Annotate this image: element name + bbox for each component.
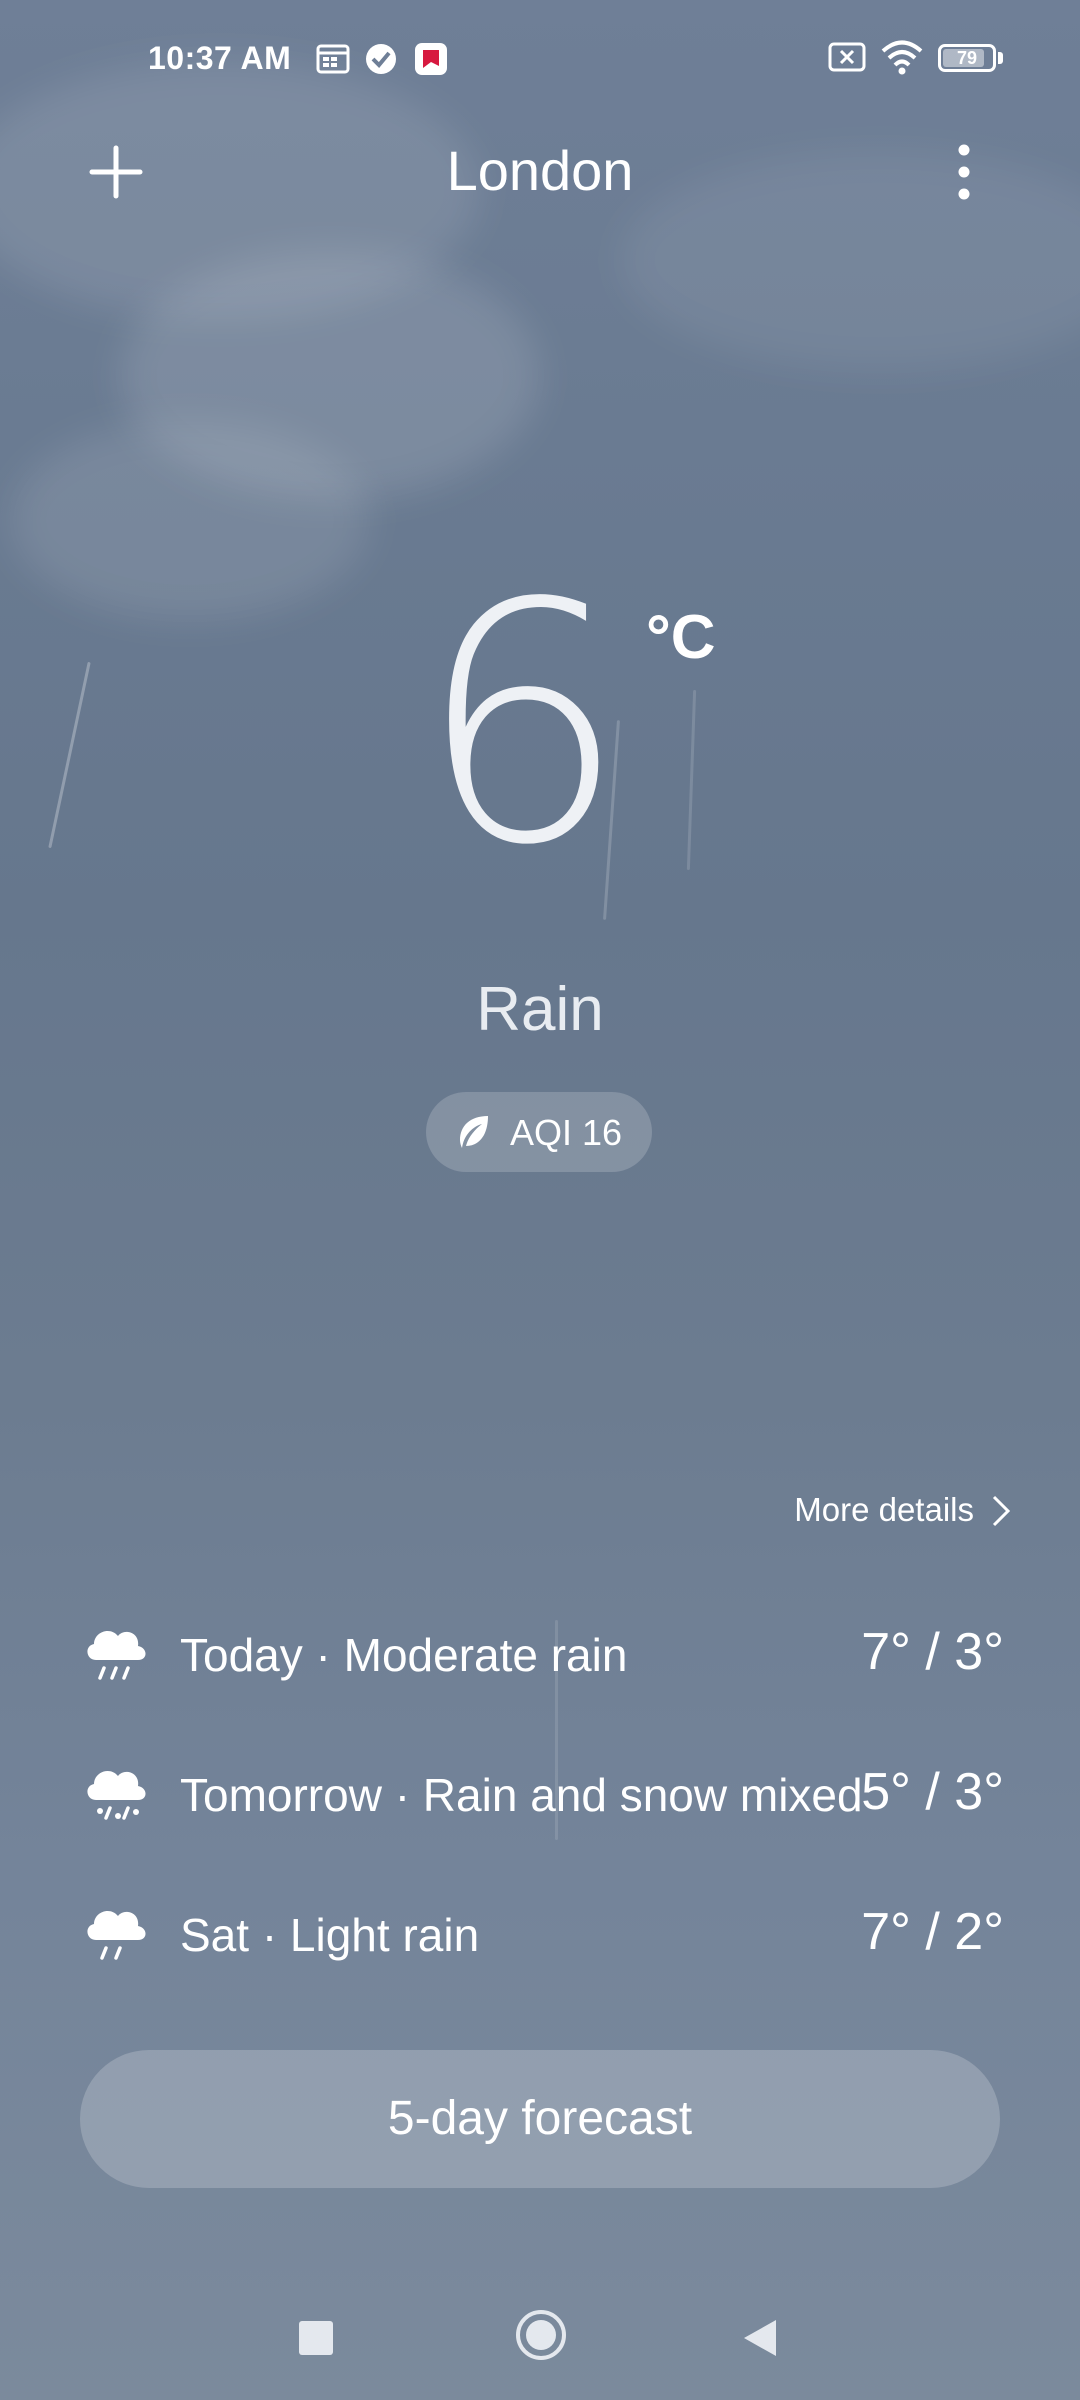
current-temperature: 6 [417,533,627,917]
forecast-row-sat[interactable]: Sat · Light rain 7° / 2° [80,1888,1004,1978]
more-details-link[interactable]: More details [760,1488,1016,1548]
forecast-temp-range: 7° / 3° [861,1623,1004,1681]
wifi-icon [881,40,923,75]
rain-cloud-icon [87,1630,146,1680]
current-condition: Rain [476,975,604,1044]
home-icon[interactable] [514,2308,568,2362]
back-icon[interactable] [740,2316,780,2360]
weather-screen: 10:37 AM 79 London 6 °C Rain AQI 16 More… [0,0,1080,2400]
forecast-label: Tomorrow · Rain and snow mixed [180,1769,863,1821]
background-cloud [10,420,370,620]
battery-level: 79 [956,48,978,68]
add-city-button[interactable] [84,140,148,204]
more-options-button[interactable] [940,140,988,204]
rain-snow-cloud-icon [87,1770,146,1820]
forecast-label: Sat · Light rain [180,1909,480,1961]
rain-streak [686,690,697,870]
forecast-temp-range: 5° / 3° [861,1763,1004,1821]
navigation-bar [0,2290,1080,2380]
temperature-unit: °C [646,603,716,672]
aqi-badge[interactable]: AQI 16 [426,1092,652,1172]
leaf-icon [460,1116,488,1148]
aqi-label: AQI 16 [510,1112,623,1153]
forecast-temp-range: 7° / 2° [861,1903,1004,1961]
status-bar: 10:37 AM 79 [0,0,1080,120]
battery-icon: 79 [938,44,996,72]
chevron-right-icon [992,1495,1011,1527]
status-time: 10:37 AM [148,40,292,76]
no-sim-icon [828,42,866,72]
forecast-label: Today · Moderate rain [180,1629,628,1681]
more-details-label: More details [794,1491,974,1528]
city-name: London [446,139,634,202]
forecast-row-today[interactable]: Today · Moderate rain 7° / 3° [80,1608,1004,1698]
app-notification-icon [415,43,447,75]
battery-tip [998,52,1003,64]
calendar-icon [316,44,350,74]
forecast-row-tomorrow[interactable]: Tomorrow · Rain and snow mixed 5° / 3° [80,1748,1004,1838]
rain-streak [48,661,91,849]
more-vertical-icon [958,144,970,200]
light-rain-cloud-icon [87,1910,146,1960]
five-day-forecast-button[interactable]: 5-day forecast [80,2050,1000,2188]
recents-icon[interactable] [296,2318,336,2358]
check-circle-icon [366,44,396,74]
